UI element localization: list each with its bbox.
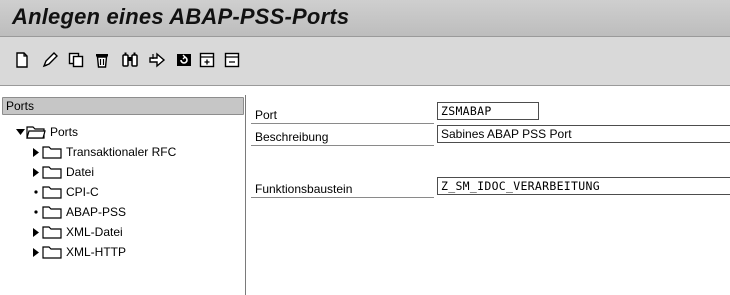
function-module-field[interactable]: Z_SM_IDOC_VERARBEITUNG (437, 177, 730, 195)
tree-item-abap-pss[interactable]: ABAP-PSS (30, 202, 126, 222)
new-document-icon[interactable] (12, 50, 32, 70)
expanded-arrow-icon[interactable] (14, 128, 26, 136)
tree-item-label: Transaktionaler RFC (66, 145, 177, 159)
folder-icon (42, 225, 62, 239)
label-underline (251, 197, 434, 198)
page-title: Anlegen eines ABAP-PSS-Ports (12, 4, 350, 29)
collapsed-arrow-icon[interactable] (30, 227, 42, 237)
refresh-icon[interactable] (174, 50, 194, 70)
open-folder-icon (26, 125, 46, 139)
expand-icon[interactable] (197, 50, 217, 70)
leaf-bullet-icon (30, 190, 42, 194)
folder-icon (42, 205, 62, 219)
collapse-icon[interactable] (222, 50, 242, 70)
collapsed-arrow-icon[interactable] (30, 247, 42, 257)
edit-icon[interactable] (40, 50, 60, 70)
application-toolbar (0, 37, 730, 86)
description-label: Beschreibung (255, 130, 329, 144)
port-form: Port ZSMABAP Beschreibung Sabines ABAP P… (247, 95, 730, 295)
tree-header: Ports (2, 97, 244, 115)
tree-item-xml-http[interactable]: XML-HTTP (30, 242, 126, 262)
tree-node-label: Ports (50, 125, 79, 139)
function-module-label: Funktionsbaustein (255, 182, 353, 196)
folder-icon (42, 245, 62, 259)
tree-node-ports-root[interactable]: Ports (14, 122, 78, 142)
label-underline (251, 145, 434, 146)
delete-icon[interactable] (92, 50, 112, 70)
collapsed-arrow-icon[interactable] (30, 167, 42, 177)
find-icon[interactable] (120, 50, 140, 70)
tree-item-label: XML-HTTP (66, 245, 126, 259)
port-field[interactable]: ZSMABAP (437, 102, 539, 120)
navigate-icon[interactable] (147, 50, 167, 70)
copy-icon[interactable] (66, 50, 86, 70)
tree-item-xml-datei[interactable]: XML-Datei (30, 222, 123, 242)
ports-tree-panel: Ports Ports Transaktionaler RFC Datei CP… (0, 95, 246, 295)
folder-icon (42, 145, 62, 159)
folder-icon (42, 185, 62, 199)
leaf-bullet-icon (30, 210, 42, 214)
tree-item-label: Datei (66, 165, 95, 179)
folder-icon (42, 165, 62, 179)
tree-item-label: ABAP-PSS (66, 205, 127, 219)
title-bar: Anlegen eines ABAP-PSS-Ports (0, 0, 730, 37)
collapsed-arrow-icon[interactable] (30, 147, 42, 157)
tree-item-label: CPI-C (66, 185, 99, 199)
description-field[interactable]: Sabines ABAP PSS Port (437, 125, 730, 143)
tree-item-transaktionaler-rfc[interactable]: Transaktionaler RFC (30, 142, 176, 162)
label-underline (251, 123, 434, 124)
tree-item-datei[interactable]: Datei (30, 162, 94, 182)
port-label: Port (255, 108, 278, 122)
tree-item-label: XML-Datei (66, 225, 123, 239)
tree-item-cpi-c[interactable]: CPI-C (30, 182, 99, 202)
